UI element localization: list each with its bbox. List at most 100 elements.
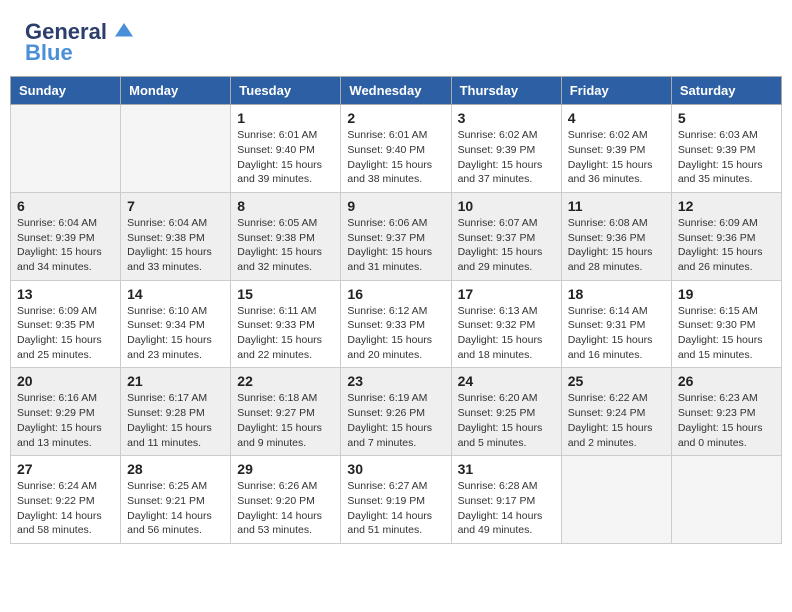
calendar-cell: 29 Sunrise: 6:26 AMSunset: 9:20 PMDayligh… [231, 456, 341, 544]
day-info: Sunrise: 6:07 AMSunset: 9:37 PMDaylight:… [458, 216, 555, 275]
day-info: Sunrise: 6:03 AMSunset: 9:39 PMDaylight:… [678, 128, 775, 187]
calendar-week-1: 1 Sunrise: 6:01 AMSunset: 9:40 PMDaylight… [11, 105, 782, 193]
column-header-wednesday: Wednesday [341, 77, 451, 105]
calendar-cell: 23 Sunrise: 6:19 AMSunset: 9:26 PMDayligh… [341, 368, 451, 456]
calendar-cell: 8Sunrise: 6:05 AMSunset: 9:38 PMDaylight… [231, 192, 341, 280]
day-info: Sunrise: 6:04 AMSunset: 9:39 PMDaylight:… [17, 216, 114, 275]
calendar-cell: 7Sunrise: 6:04 AMSunset: 9:38 PMDaylight… [121, 192, 231, 280]
page-header: General Blue [10, 10, 782, 71]
day-number: 29 [237, 461, 334, 477]
calendar-cell: 1 Sunrise: 6:01 AMSunset: 9:40 PMDaylight… [231, 105, 341, 193]
day-info: Sunrise: 6:25 AMSunset: 9:21 PMDaylight:… [127, 479, 224, 538]
day-info: Sunrise: 6:09 AMSunset: 9:35 PMDaylight:… [17, 304, 114, 363]
day-number: 31 [458, 461, 555, 477]
day-info: Sunrise: 6:18 AMSunset: 9:27 PMDaylight:… [237, 391, 334, 450]
calendar-cell: 9 Sunrise: 6:06 AMSunset: 9:37 PMDaylight… [341, 192, 451, 280]
calendar-cell: 5 Sunrise: 6:03 AMSunset: 9:39 PMDaylight… [671, 105, 781, 193]
day-number: 20 [17, 373, 114, 389]
day-number: 22 [237, 373, 334, 389]
day-number: 6 [17, 198, 114, 214]
day-info: Sunrise: 6:01 AMSunset: 9:40 PMDaylight:… [237, 128, 334, 187]
day-number: 17 [458, 286, 555, 302]
calendar-cell: 28 Sunrise: 6:25 AMSunset: 9:21 PMDayligh… [121, 456, 231, 544]
calendar-cell: 17 Sunrise: 6:13 AMSunset: 9:32 PMDayligh… [451, 280, 561, 368]
day-number: 5 [678, 110, 775, 126]
day-info: Sunrise: 6:16 AMSunset: 9:29 PMDaylight:… [17, 391, 114, 450]
calendar-cell: 25Sunrise: 6:22 AMSunset: 9:24 PMDayligh… [561, 368, 671, 456]
column-header-sunday: Sunday [11, 77, 121, 105]
day-info: Sunrise: 6:13 AMSunset: 9:32 PMDaylight:… [458, 304, 555, 363]
calendar-cell: 13 Sunrise: 6:09 AMSunset: 9:35 PMDayligh… [11, 280, 121, 368]
calendar-cell: 10 Sunrise: 6:07 AMSunset: 9:37 PMDayligh… [451, 192, 561, 280]
calendar-week-4: 20 Sunrise: 6:16 AMSunset: 9:29 PMDayligh… [11, 368, 782, 456]
day-info: Sunrise: 6:28 AMSunset: 9:17 PMDaylight:… [458, 479, 555, 538]
calendar-cell [671, 456, 781, 544]
day-number: 18 [568, 286, 665, 302]
calendar-header-row: SundayMondayTuesdayWednesdayThursdayFrid… [11, 77, 782, 105]
day-number: 12 [678, 198, 775, 214]
day-info: Sunrise: 6:14 AMSunset: 9:31 PMDaylight:… [568, 304, 665, 363]
day-info: Sunrise: 6:02 AMSunset: 9:39 PMDaylight:… [568, 128, 665, 187]
day-info: Sunrise: 6:02 AMSunset: 9:39 PMDaylight:… [458, 128, 555, 187]
column-header-tuesday: Tuesday [231, 77, 341, 105]
day-number: 28 [127, 461, 224, 477]
calendar-cell: 18 Sunrise: 6:14 AMSunset: 9:31 PMDayligh… [561, 280, 671, 368]
day-info: Sunrise: 6:24 AMSunset: 9:22 PMDaylight:… [17, 479, 114, 538]
calendar-cell: 11 Sunrise: 6:08 AMSunset: 9:36 PMDayligh… [561, 192, 671, 280]
day-info: Sunrise: 6:09 AMSunset: 9:36 PMDaylight:… [678, 216, 775, 275]
day-info: Sunrise: 6:11 AMSunset: 9:33 PMDaylight:… [237, 304, 334, 363]
day-info: Sunrise: 6:06 AMSunset: 9:37 PMDaylight:… [347, 216, 444, 275]
calendar-cell: 30 Sunrise: 6:27 AMSunset: 9:19 PMDayligh… [341, 456, 451, 544]
column-header-saturday: Saturday [671, 77, 781, 105]
day-number: 21 [127, 373, 224, 389]
column-header-thursday: Thursday [451, 77, 561, 105]
day-number: 15 [237, 286, 334, 302]
calendar-cell: 20 Sunrise: 6:16 AMSunset: 9:29 PMDayligh… [11, 368, 121, 456]
day-info: Sunrise: 6:15 AMSunset: 9:30 PMDaylight:… [678, 304, 775, 363]
logo-icon [115, 23, 133, 41]
day-info: Sunrise: 6:20 AMSunset: 9:25 PMDaylight:… [458, 391, 555, 450]
column-header-friday: Friday [561, 77, 671, 105]
calendar-cell: 26 Sunrise: 6:23 AMSunset: 9:23 PMDayligh… [671, 368, 781, 456]
calendar-cell: 22 Sunrise: 6:18 AMSunset: 9:27 PMDayligh… [231, 368, 341, 456]
day-number: 30 [347, 461, 444, 477]
calendar-cell: 16Sunrise: 6:12 AMSunset: 9:33 PMDayligh… [341, 280, 451, 368]
calendar-cell: 14 Sunrise: 6:10 AMSunset: 9:34 PMDayligh… [121, 280, 231, 368]
day-number: 8 [237, 198, 334, 214]
calendar-cell: 3Sunrise: 6:02 AMSunset: 9:39 PMDaylight… [451, 105, 561, 193]
day-number: 26 [678, 373, 775, 389]
calendar-table: SundayMondayTuesdayWednesdayThursdayFrid… [10, 76, 782, 544]
day-number: 16 [347, 286, 444, 302]
day-number: 23 [347, 373, 444, 389]
day-number: 27 [17, 461, 114, 477]
column-header-monday: Monday [121, 77, 231, 105]
day-number: 13 [17, 286, 114, 302]
day-info: Sunrise: 6:08 AMSunset: 9:36 PMDaylight:… [568, 216, 665, 275]
day-info: Sunrise: 6:19 AMSunset: 9:26 PMDaylight:… [347, 391, 444, 450]
day-number: 10 [458, 198, 555, 214]
day-number: 14 [127, 286, 224, 302]
day-info: Sunrise: 6:23 AMSunset: 9:23 PMDaylight:… [678, 391, 775, 450]
day-number: 19 [678, 286, 775, 302]
day-number: 9 [347, 198, 444, 214]
day-info: Sunrise: 6:26 AMSunset: 9:20 PMDaylight:… [237, 479, 334, 538]
calendar-cell [121, 105, 231, 193]
day-number: 2 [347, 110, 444, 126]
calendar-cell: 6 Sunrise: 6:04 AMSunset: 9:39 PMDaylight… [11, 192, 121, 280]
calendar-cell: 24 Sunrise: 6:20 AMSunset: 9:25 PMDayligh… [451, 368, 561, 456]
day-number: 11 [568, 198, 665, 214]
day-number: 1 [237, 110, 334, 126]
calendar-cell: 2Sunrise: 6:01 AMSunset: 9:40 PMDaylight… [341, 105, 451, 193]
day-number: 4 [568, 110, 665, 126]
day-info: Sunrise: 6:10 AMSunset: 9:34 PMDaylight:… [127, 304, 224, 363]
calendar-week-3: 13 Sunrise: 6:09 AMSunset: 9:35 PMDayligh… [11, 280, 782, 368]
calendar-cell [11, 105, 121, 193]
day-info: Sunrise: 6:27 AMSunset: 9:19 PMDaylight:… [347, 479, 444, 538]
calendar-cell: 19 Sunrise: 6:15 AMSunset: 9:30 PMDayligh… [671, 280, 781, 368]
day-info: Sunrise: 6:17 AMSunset: 9:28 PMDaylight:… [127, 391, 224, 450]
logo: General Blue [25, 20, 133, 66]
calendar-cell: 31 Sunrise: 6:28 AMSunset: 9:17 PMDayligh… [451, 456, 561, 544]
day-info: Sunrise: 6:22 AMSunset: 9:24 PMDaylight:… [568, 391, 665, 450]
calendar-cell: 12 Sunrise: 6:09 AMSunset: 9:36 PMDayligh… [671, 192, 781, 280]
day-number: 24 [458, 373, 555, 389]
